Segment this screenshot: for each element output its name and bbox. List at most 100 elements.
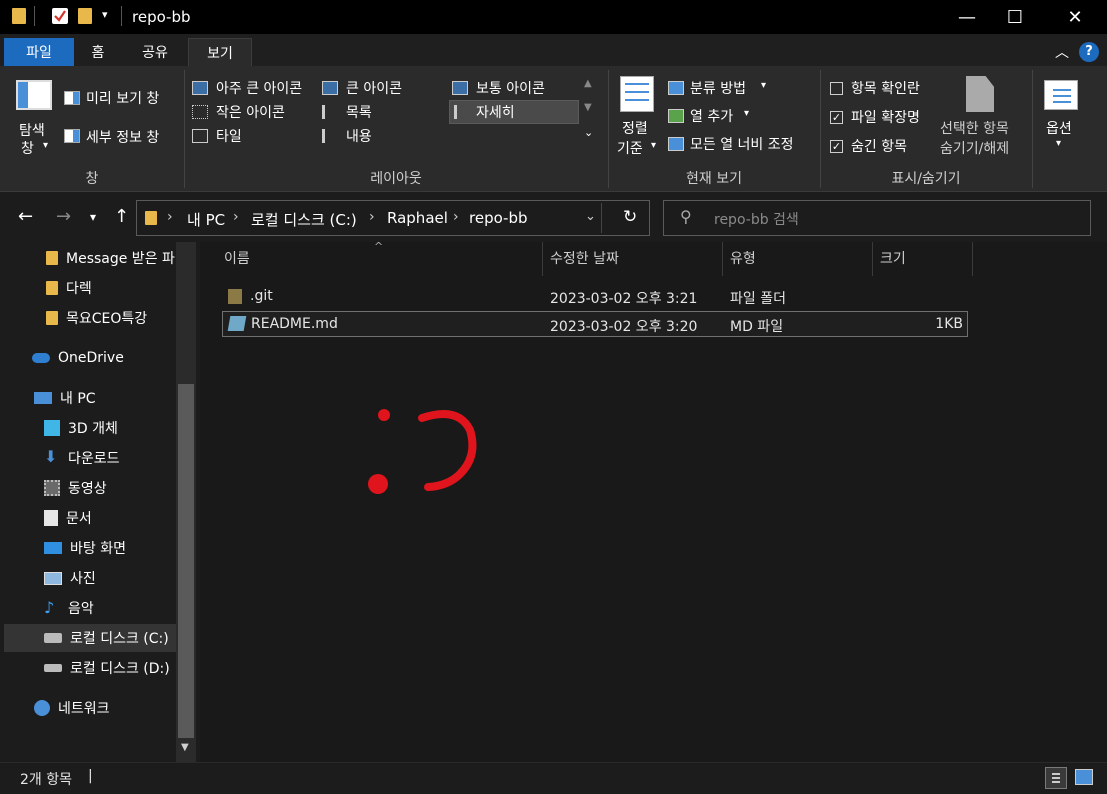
group-by-button[interactable]: 분류 방법 [690, 78, 746, 98]
file-type: 파일 폴더 [730, 291, 786, 307]
close-button[interactable]: ✕ [1050, 0, 1100, 34]
search-input[interactable]: repo-bb 검색 [714, 209, 799, 229]
column-divider[interactable] [542, 242, 543, 276]
breadcrumb-separator-icon[interactable]: › [167, 209, 173, 225]
back-arrow-icon[interactable]: ← [18, 206, 33, 227]
breadcrumb-this-pc[interactable]: 내 PC [187, 209, 225, 230]
nav-item-message-folder[interactable]: Message 받은 파 [0, 244, 176, 272]
file-extensions-checkbox[interactable]: ✓ [830, 111, 843, 124]
chevron-down-icon[interactable]: ▾ [43, 140, 48, 151]
nav-item-local-disk-d[interactable]: 로컬 디스크 (D:) [0, 654, 176, 682]
size-all-columns-button[interactable]: 모든 열 너비 조정 [690, 134, 794, 154]
recent-locations-icon[interactable]: ▾ [90, 210, 96, 224]
gallery-expand-icon[interactable]: ⌄ [584, 126, 593, 139]
options-button[interactable]: 옵션 [1046, 118, 1072, 138]
layout-tiles[interactable]: 타일 [216, 126, 242, 146]
chevron-down-icon[interactable]: ▾ [1056, 138, 1061, 149]
nav-item-label: OneDrive [58, 350, 124, 366]
breadcrumb-repo-bb[interactable]: repo-bb [469, 209, 528, 227]
nav-item-ceo-lecture[interactable]: 목요CEO특강 [0, 304, 176, 332]
table-row[interactable]: README.md 2023-03-02 오후 3:20 MD 파일 1KB [222, 311, 968, 337]
column-header-size[interactable]: 크기 [880, 248, 906, 268]
column-divider[interactable] [872, 242, 873, 276]
nav-item-this-pc[interactable]: 내 PC [0, 384, 176, 412]
nav-item-music[interactable]: ♪ 음악 [0, 594, 176, 622]
nav-item-local-disk-c[interactable]: 로컬 디스크 (C:) [4, 624, 176, 652]
nav-item-label: 로컬 디스크 (D:) [70, 661, 170, 677]
chevron-down-icon[interactable]: ▾ [761, 80, 766, 91]
nav-item-darek[interactable]: 다렉 [0, 274, 176, 302]
layout-medium-icons[interactable]: 보통 아이콘 [476, 78, 545, 98]
nav-item-videos[interactable]: 동영상 [0, 474, 176, 502]
column-header-date-modified[interactable]: 수정한 날짜 [550, 248, 619, 268]
breadcrumb-separator-icon[interactable]: › [453, 209, 459, 225]
large-icons-view-icon[interactable] [1075, 769, 1093, 785]
address-bar[interactable]: › 내 PC › 로컬 디스크 (C:) › Raphael › repo-bb… [136, 200, 650, 236]
chevron-down-icon[interactable]: ▾ [651, 140, 656, 151]
maximize-button[interactable]: ☐ [990, 0, 1040, 34]
scroll-down-icon[interactable]: ▼ [181, 742, 189, 753]
nav-item-pictures[interactable]: 사진 [0, 564, 176, 592]
gallery-scroll-down-icon[interactable]: ▼ [584, 102, 592, 113]
new-folder-icon[interactable] [78, 8, 92, 24]
nav-item-onedrive[interactable]: OneDrive [0, 344, 176, 372]
layout-content[interactable]: 내용 [346, 126, 372, 146]
chevron-down-icon[interactable]: ▾ [744, 108, 749, 119]
nav-item-3d-objects[interactable]: 3D 개체 [0, 414, 176, 442]
nav-item-desktop[interactable]: 바탕 화면 [0, 534, 176, 562]
options-icon [1044, 80, 1078, 110]
nav-item-downloads[interactable]: ⬇ 다운로드 [0, 444, 176, 472]
add-columns-button[interactable]: 열 추가 [690, 106, 733, 126]
refresh-icon[interactable]: ↻ [623, 207, 637, 227]
tab-home[interactable]: 홈 [74, 38, 122, 66]
table-row[interactable]: .git 2023-03-02 오후 3:21 파일 폴더 [222, 284, 968, 310]
nav-item-label: 로컬 디스크 (C:) [70, 631, 169, 647]
minimize-button[interactable]: — [942, 0, 992, 34]
item-checkboxes-checkbox[interactable] [830, 82, 843, 95]
layout-small-icons[interactable]: 작은 아이콘 [216, 102, 285, 122]
properties-icon[interactable] [52, 8, 68, 24]
column-header-name[interactable]: 이름 [224, 248, 250, 268]
breadcrumb-raphael[interactable]: Raphael [387, 209, 448, 227]
sort-by-button[interactable]: 정렬 [622, 118, 648, 138]
forward-arrow-icon[interactable]: → [56, 206, 71, 227]
nav-item-label: 다운로드 [68, 451, 120, 467]
scrollbar-thumb[interactable] [178, 384, 194, 738]
help-icon[interactable]: ? [1079, 42, 1099, 62]
search-box[interactable]: ⚲ repo-bb 검색 [663, 200, 1091, 236]
breadcrumb-separator-icon[interactable]: › [369, 209, 375, 225]
nav-item-documents[interactable]: 문서 [0, 504, 176, 532]
extra-large-icons-icon [192, 81, 208, 95]
layout-extra-large-icons[interactable]: 아주 큰 아이콘 [216, 78, 302, 98]
group-label-layout: 레이아웃 [370, 171, 422, 187]
separator [34, 6, 35, 26]
layout-details[interactable]: 자세히 [476, 102, 515, 122]
address-dropdown-icon[interactable]: ⌄ [585, 209, 596, 224]
collapse-ribbon-icon[interactable]: ︿ [1055, 42, 1069, 62]
tab-file[interactable]: 파일 [4, 38, 74, 66]
navigation-pane-button[interactable]: 탐색 [19, 120, 45, 140]
up-arrow-icon[interactable]: ↑ [114, 206, 129, 227]
music-icon: ♪ [44, 598, 55, 617]
details-view-icon[interactable] [1045, 767, 1067, 789]
hidden-items-checkbox[interactable]: ✓ [830, 140, 843, 153]
preview-pane-button[interactable]: 미리 보기 창 [86, 88, 159, 108]
gallery-scroll-up-icon[interactable]: ▲ [584, 78, 592, 89]
layout-large-icons[interactable]: 큰 아이콘 [346, 78, 402, 98]
breadcrumb-separator-icon[interactable]: › [233, 209, 239, 225]
details-pane-button[interactable]: 세부 정보 창 [86, 127, 159, 147]
column-divider[interactable] [722, 242, 723, 276]
file-size: 1KB [935, 316, 963, 332]
tab-share[interactable]: 공유 [124, 38, 186, 66]
nav-item-label: 음악 [68, 601, 94, 617]
layout-list[interactable]: 목록 [346, 102, 372, 122]
quick-access-dropdown-icon[interactable]: ▾ [102, 8, 108, 21]
column-header-type[interactable]: 유형 [730, 248, 756, 268]
navigation-pane-scrollbar[interactable]: ▼ [176, 242, 196, 762]
hide-selected-button[interactable]: 선택한 항목 [940, 118, 1009, 138]
hide-selected-label: 숨기기/해제 [940, 141, 1010, 157]
tab-view[interactable]: 보기 [188, 38, 252, 66]
breadcrumb-local-disk-c[interactable]: 로컬 디스크 (C:) [251, 209, 357, 230]
nav-item-network[interactable]: 네트워크 [0, 694, 176, 722]
column-divider[interactable] [972, 242, 973, 276]
